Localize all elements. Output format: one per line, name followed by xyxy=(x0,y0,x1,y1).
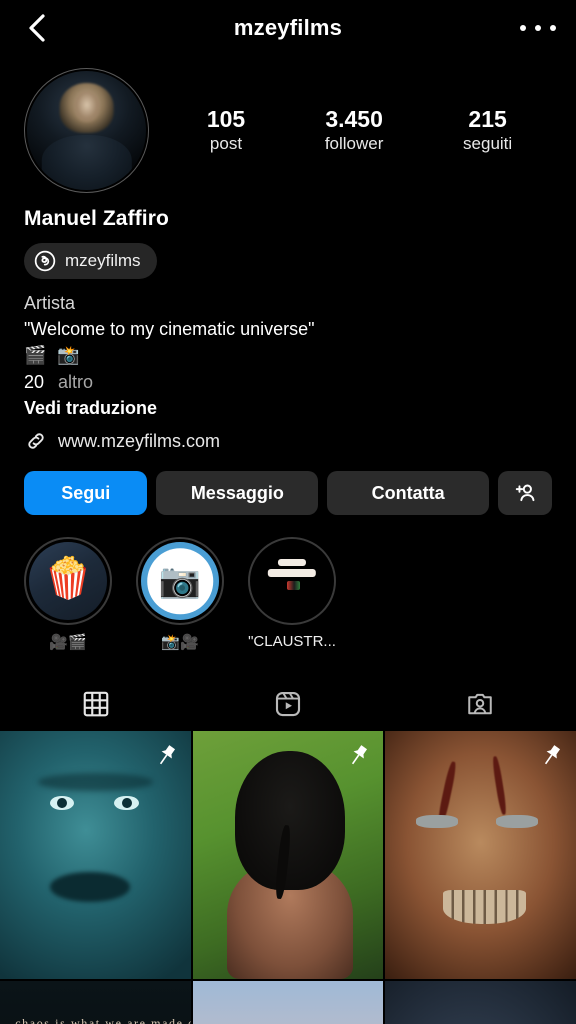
bio-emoji-line: 🎬 📸 xyxy=(24,345,83,366)
highlight-caption: 🎥🎬 xyxy=(49,634,87,652)
see-translation-link[interactable]: Vedi traduzione xyxy=(24,398,552,419)
threads-icon xyxy=(34,250,56,272)
bio-quote: "Welcome to my cinematic universe" xyxy=(24,318,315,339)
highlight-item[interactable]: 📷 📸🎥 xyxy=(136,537,224,651)
stat-followers-value: 3.450 xyxy=(325,106,383,133)
tab-grid[interactable] xyxy=(0,677,192,731)
avatar-image xyxy=(27,71,146,190)
profile-link-url: www.mzeyfilms.com xyxy=(58,430,221,451)
profile-header: 105 post 3.450 follower 215 seguiti xyxy=(0,56,576,193)
profile-tabs xyxy=(0,677,576,731)
profile-stats: 105 post 3.450 follower 215 seguiti xyxy=(149,106,552,154)
grid-icon xyxy=(83,691,109,716)
tab-tagged[interactable] xyxy=(384,677,576,731)
stat-following-value: 215 xyxy=(468,106,507,133)
grid-post[interactable] xyxy=(385,980,576,1024)
grid-post[interactable] xyxy=(0,731,191,979)
stat-posts-label: post xyxy=(209,134,243,154)
add-person-button[interactable] xyxy=(498,471,552,516)
avatar[interactable] xyxy=(24,68,149,193)
bio-more-count: 20 xyxy=(24,372,45,393)
grid-post[interactable] xyxy=(385,731,576,979)
instagram-profile-screen: mzeyfilms 105 post 3.450 follower 215 se… xyxy=(0,0,576,1024)
add-person-icon xyxy=(515,484,535,502)
page-title: mzeyfilms xyxy=(233,15,343,40)
post-thumbnail xyxy=(385,980,576,1024)
stat-following[interactable]: 215 seguiti xyxy=(463,106,512,154)
grid-post[interactable]: a dream xyxy=(192,980,384,1024)
threads-handle: mzeyfilms xyxy=(65,251,141,270)
pin-icon xyxy=(544,745,561,765)
highlight-caption: 📸🎥 xyxy=(161,634,199,652)
popcorn-cinema-thumb xyxy=(29,542,107,621)
post-grid: chaos is what we are made of a dream xyxy=(0,731,576,1024)
blue-camera-thumb: 📷 xyxy=(141,542,219,621)
more-options-button[interactable] xyxy=(520,13,556,43)
grid-post[interactable]: chaos is what we are made of xyxy=(0,980,191,1024)
stat-followers[interactable]: 3.450 follower xyxy=(325,106,384,154)
highlight-ring xyxy=(248,537,336,626)
highlight-ring: 📷 xyxy=(136,537,224,626)
bio-more-row[interactable]: 20 altro xyxy=(24,369,552,396)
claustro-orange-thumb xyxy=(253,542,331,620)
message-button[interactable]: Messaggio xyxy=(156,471,319,516)
post-thumbnail xyxy=(192,980,384,1024)
threads-badge[interactable]: mzeyfilms xyxy=(24,243,157,279)
profile-bio: Manuel Zaffiro mzeyfilms Artista "Welcom… xyxy=(0,193,576,453)
pin-icon xyxy=(352,745,368,765)
highlight-ring xyxy=(24,537,112,626)
stat-posts-value: 105 xyxy=(206,106,246,133)
pin-icon xyxy=(159,745,175,765)
chevron-left-icon xyxy=(29,14,45,42)
stat-followers-label: follower xyxy=(324,134,384,154)
highlight-caption: "CLAUSTR... xyxy=(248,633,336,651)
link-icon xyxy=(28,433,44,449)
highlight-item[interactable]: 🎥🎬 xyxy=(24,537,112,651)
profile-link[interactable]: www.mzeyfilms.com xyxy=(24,429,552,453)
follow-button[interactable]: Segui xyxy=(24,471,148,516)
grid-post[interactable] xyxy=(192,731,384,979)
post-overlay-text: chaos is what we are made of xyxy=(15,1015,191,1024)
reels-icon xyxy=(275,692,301,717)
stat-following-label: seguiti xyxy=(463,134,513,154)
top-navigation-bar: mzeyfilms xyxy=(0,0,576,56)
tagged-icon xyxy=(468,693,492,715)
story-highlights: 🎥🎬 📷 📸🎥 "CLAUSTR... xyxy=(0,515,576,651)
profile-actions: Segui Messaggio Contatta xyxy=(0,453,576,516)
tab-reels[interactable] xyxy=(192,677,384,731)
bio-more-label: altro xyxy=(58,372,94,393)
full-name: Manuel Zaffiro xyxy=(24,207,169,230)
stat-posts[interactable]: 105 post xyxy=(207,106,245,154)
more-options-icon xyxy=(520,25,526,31)
contact-button[interactable]: Contatta xyxy=(327,471,489,516)
bio-category: Artista xyxy=(24,293,76,313)
highlight-item[interactable]: "CLAUSTR... xyxy=(248,537,336,651)
back-button[interactable] xyxy=(20,11,54,45)
camera-icon: 📷 xyxy=(158,562,202,601)
